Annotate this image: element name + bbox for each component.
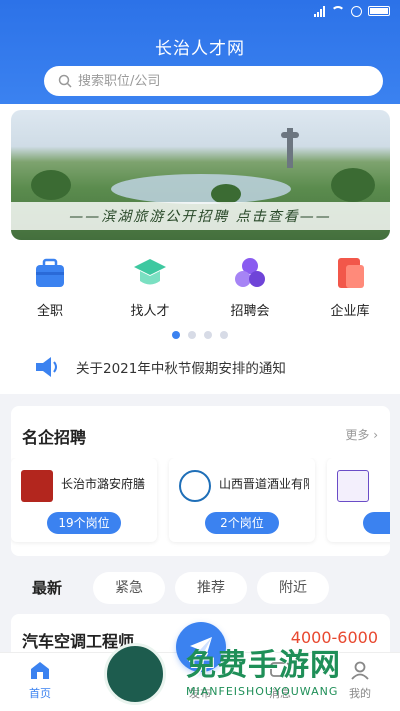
- tab-nearby[interactable]: 附近: [257, 572, 329, 604]
- quick-link-label: 找人才: [130, 304, 170, 319]
- quick-links: 全职 找人才 招聘会 企业库: [0, 255, 400, 319]
- circles-icon: [232, 255, 268, 291]
- user-icon: [349, 660, 371, 680]
- quick-link-label: 企业库: [330, 304, 370, 319]
- quick-link-companies[interactable]: 企业库: [300, 255, 400, 319]
- carousel-dot[interactable]: [188, 331, 196, 339]
- signal-icon: [314, 5, 325, 17]
- carousel-indicator: [0, 331, 400, 339]
- company-name: 长治市潞安府膳: [61, 477, 146, 491]
- banner-caption: ——滨湖旅游公开招聘 点击查看——: [11, 202, 390, 230]
- nav-home[interactable]: 首页: [0, 653, 80, 711]
- app-title: 长治人才网: [155, 39, 245, 59]
- search-bar[interactable]: [44, 66, 383, 96]
- quick-link-talent[interactable]: 找人才: [100, 255, 200, 319]
- carousel-dot[interactable]: [220, 331, 228, 339]
- company-name: 山西晋道酒业有限: [219, 477, 309, 491]
- company-logo: [179, 470, 211, 502]
- company-card[interactable]: 山西晋道酒业有限 2个岗位: [169, 458, 315, 542]
- company-jobs-button[interactable]: 2个岗位: [205, 512, 279, 534]
- carousel-dot[interactable]: [204, 331, 212, 339]
- briefcase-icon: [32, 255, 68, 291]
- battery-icon: [368, 6, 390, 16]
- wifi-icon: [331, 5, 345, 17]
- search-icon: [58, 74, 72, 88]
- alarm-icon: [351, 5, 362, 17]
- quick-link-fulltime[interactable]: 全职: [0, 255, 100, 319]
- section-title: 名企招聘: [22, 428, 87, 447]
- chevron-right-icon: ›: [373, 428, 378, 442]
- speaker-icon: [36, 357, 57, 377]
- tower-illustration: [281, 128, 299, 168]
- notice-bar[interactable]: 关于2021年中秋节假期安排的通知: [34, 350, 286, 384]
- building-icon: [332, 255, 368, 291]
- carousel-dot[interactable]: [172, 331, 180, 339]
- tree-illustration: [211, 184, 241, 204]
- tree-illustration: [331, 168, 375, 202]
- job-filter-tabs: 最新 紧急 推荐 附近: [11, 572, 390, 604]
- tab-recommended[interactable]: 推荐: [175, 572, 247, 604]
- watermark-logo: [104, 643, 166, 705]
- company-card[interactable]: 长治市潞安府膳 19个岗位: [11, 458, 157, 542]
- company-card[interactable]: 14: [327, 458, 390, 542]
- watermark-text: 免费手游网: [186, 648, 341, 683]
- more-link[interactable]: 更多 ›: [345, 426, 378, 443]
- tab-urgent[interactable]: 紧急: [93, 572, 165, 604]
- quick-link-job-fair[interactable]: 招聘会: [200, 255, 300, 319]
- company-logo: [21, 470, 53, 502]
- status-bar: [0, 0, 400, 24]
- graduation-cap-icon: [132, 255, 168, 291]
- company-jobs-button[interactable]: 14: [363, 512, 390, 534]
- home-icon: [29, 660, 51, 680]
- lake-illustration: [111, 174, 291, 204]
- watermark-subtext: MIANFEISHOUYOUWANG: [186, 685, 339, 698]
- tree-illustration: [31, 170, 71, 200]
- search-input[interactable]: [78, 73, 338, 89]
- company-jobs-button[interactable]: 19个岗位: [47, 512, 121, 534]
- quick-link-label: 全职: [36, 304, 63, 319]
- tab-latest[interactable]: 最新: [11, 572, 83, 604]
- company-logo: [337, 470, 369, 502]
- company-list: 长治市潞安府膳 19个岗位 山西晋道酒业有限 2个岗位 14: [11, 458, 390, 548]
- banner-image[interactable]: ——滨湖旅游公开招聘 点击查看——: [11, 110, 390, 240]
- notice-text: 关于2021年中秋节假期安排的通知: [76, 361, 286, 377]
- quick-link-label: 招聘会: [230, 304, 270, 319]
